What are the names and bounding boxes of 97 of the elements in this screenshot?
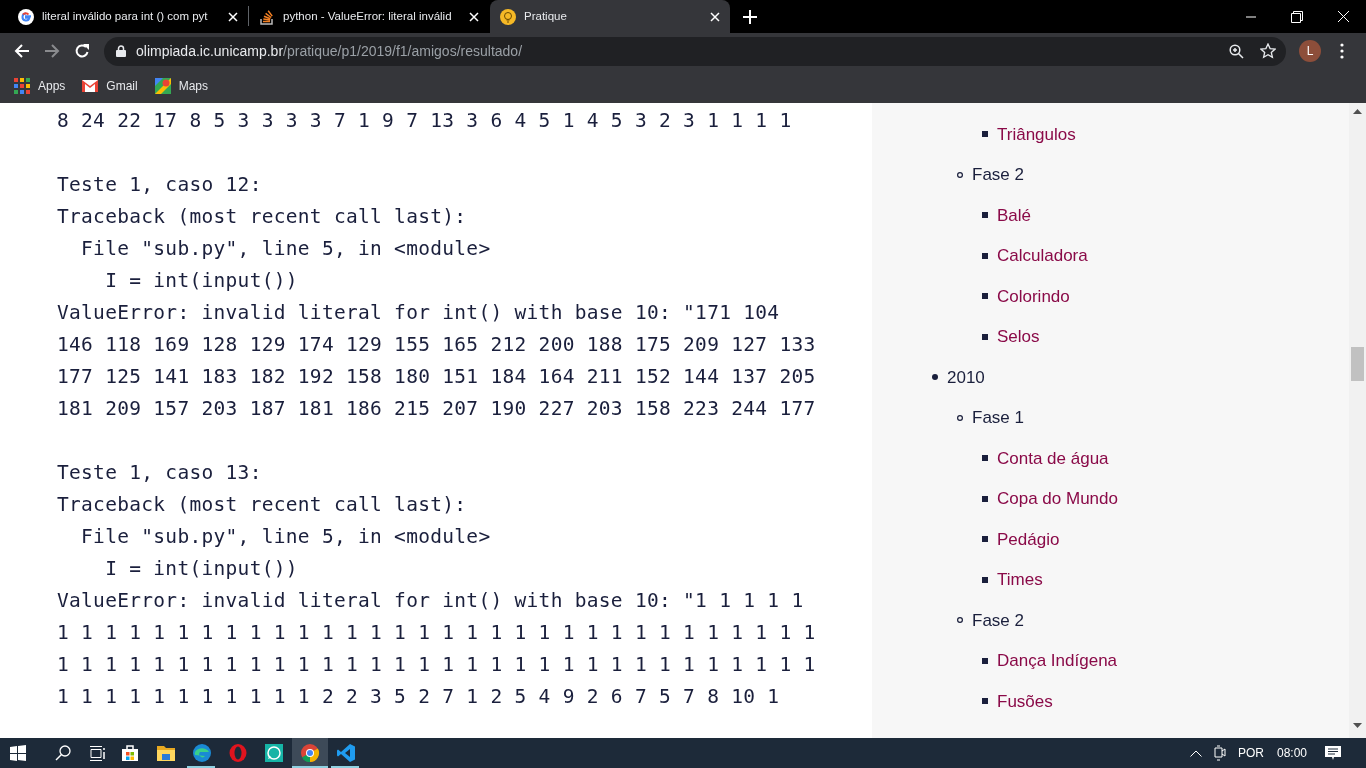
- bullet-square-icon: [982, 657, 988, 664]
- scrollbar[interactable]: [1349, 103, 1366, 738]
- sidebar-link[interactable]: Times: [997, 567, 1043, 593]
- output-line: 1 1 1 1 1 1 1 1 1 1 1 1 1 1 1 1 1 1 1 1 1 1 1 1 1 1 1 1 1 1 1 1: [57, 652, 816, 678]
- mail-icon: [82, 78, 99, 94]
- browser-tab[interactable]: python - ValueError: literal inválid: [249, 0, 489, 33]
- bullet-dot-icon: [932, 374, 938, 381]
- output-line: Teste 1, caso 12:: [57, 172, 262, 198]
- output-line: File "sub.py", line 5, in <module>: [80, 236, 491, 262]
- scroll-up-icon[interactable]: [1353, 109, 1362, 114]
- back-icon[interactable]: [14, 43, 30, 59]
- tab-title: Pratique: [524, 8, 568, 24]
- url-text: olimpiada.ic.unicamp.br/pratique/p1/2019/f1/amigos/resultado/: [136, 41, 522, 61]
- sidebar-link[interactable]: Balé: [997, 202, 1032, 228]
- ring-icon: [228, 743, 248, 763]
- menu-icon[interactable]: [1340, 43, 1344, 59]
- sidebar-link[interactable]: Triângulos: [997, 121, 1076, 147]
- sidebar-item[interactable]: Fase 1: [972, 405, 1024, 431]
- sidebar-item[interactable]: Fase 2: [972, 607, 1024, 633]
- sidebar-link[interactable]: Fusões: [997, 688, 1053, 714]
- scroll-down-icon[interactable]: [1353, 723, 1362, 728]
- bookmark[interactable]: Maps: [154, 77, 209, 95]
- windows-start-icon[interactable]: [10, 745, 26, 761]
- bullet-square-icon: [982, 698, 988, 705]
- zoom-icon[interactable]: [1229, 43, 1244, 59]
- new-tab-icon[interactable]: [743, 10, 757, 24]
- browser-tab[interactable]: literal inválido para int () com pyt: [8, 0, 248, 33]
- output-line: 181 209 157 203 187 181 186 215 207 190 227 203 158 223 244 177: [57, 396, 816, 422]
- output-line: I = int(input()): [104, 268, 298, 294]
- bookmark[interactable]: Gmail: [82, 77, 138, 95]
- bullet-square-icon: [982, 576, 988, 583]
- restore-icon[interactable]: [1291, 10, 1303, 23]
- bullet-square-icon: [982, 536, 988, 543]
- google-icon: [18, 8, 34, 25]
- sidebar-item[interactable]: 2010: [947, 364, 985, 390]
- tab-title: literal inválido para int () com pyt: [42, 8, 209, 24]
- output-line: 8 24 22 17 8 5 3 3 3 3 7 1 9 7 13 3 6 4 5 1 4 5 3 2 3 1 1 1 1: [57, 108, 792, 134]
- chevron-up-icon[interactable]: [1189, 749, 1202, 757]
- output-line: 146 118 169 128 129 174 129 155 165 212 200 188 175 209 127 133: [57, 332, 816, 358]
- sidebar-link[interactable]: Dança Indígena: [997, 648, 1118, 674]
- sidebar-link[interactable]: Copa do Mundo: [997, 486, 1118, 512]
- output-line: Traceback (most recent call last):: [57, 204, 467, 230]
- map-pin-icon: [154, 78, 171, 94]
- bullet-square-icon: [982, 252, 988, 259]
- clock[interactable]: 08:00: [1276, 744, 1307, 762]
- bullet-square-icon: [982, 455, 988, 462]
- language-indicator[interactable]: POR: [1237, 744, 1264, 762]
- swirl-icon: [192, 743, 212, 763]
- sidebar-link[interactable]: Pedágio: [997, 526, 1060, 552]
- output-line: Traceback (most recent call last):: [57, 492, 467, 518]
- tab-title: python - ValueError: literal inválid: [283, 8, 453, 24]
- close-icon[interactable]: [710, 11, 720, 22]
- bullet-circle-icon: [957, 617, 963, 624]
- bullet-circle-icon: [957, 171, 963, 178]
- profile-avatar[interactable]: L: [1299, 40, 1321, 62]
- lock-icon: [116, 45, 126, 57]
- output-line: File "sub.py", line 5, in <module>: [80, 524, 491, 550]
- browser-tab[interactable]: Pratique: [490, 0, 730, 33]
- bookmark[interactable]: Apps: [14, 77, 66, 95]
- bullet-square-icon: [982, 333, 988, 340]
- address-bar[interactable]: olimpiada.ic.unicamp.br/pratique/p1/2019/f1/amigos/resultado/: [104, 36, 1286, 66]
- output-line: Teste 1, caso 13:: [57, 460, 262, 486]
- output-line: 1 1 1 1 1 1 1 1 1 1 1 1 1 1 1 1 1 1 1 1 1 1 1 1 1 1 1 1 1 1 1 1: [57, 620, 816, 646]
- shopping-bag-icon: [120, 743, 140, 763]
- sidebar-link[interactable]: Calculadora: [997, 243, 1088, 269]
- chat-bubble-icon: [264, 743, 284, 763]
- output-line: 1 1 1 1 1 1 1 1 1 1 1 2 2 3 5 2 7 1 2 5 4 9 2 6 7 5 7 8 10 1: [57, 684, 780, 710]
- task-view-icon[interactable]: [90, 745, 106, 761]
- forward-icon[interactable]: [44, 43, 60, 59]
- bullet-square-icon: [982, 293, 988, 300]
- sidebar-link[interactable]: Selos: [997, 324, 1040, 350]
- round-logo-icon: [300, 743, 320, 763]
- stacked-trays-icon: [259, 8, 275, 25]
- sidebar-link[interactable]: Colorindo: [997, 283, 1070, 309]
- sidebar-item[interactable]: Fase 2: [972, 162, 1024, 188]
- ribbon-icon: [336, 743, 356, 763]
- output-line: I = int(input()): [104, 556, 298, 582]
- bullet-square-icon: [982, 495, 988, 502]
- scrollbar-thumb[interactable]: [1351, 347, 1364, 381]
- lightbulb-icon: [500, 8, 516, 25]
- camera-icon[interactable]: [1213, 745, 1226, 761]
- notification-icon[interactable]: [1325, 745, 1341, 761]
- star-icon[interactable]: [1260, 43, 1276, 59]
- close-icon[interactable]: [469, 11, 479, 22]
- search-icon[interactable]: [55, 745, 71, 761]
- close-icon[interactable]: [228, 11, 238, 22]
- output-line: ValueError: invalid literal for int() with base 10: "1 1 1 1 1: [57, 588, 804, 614]
- apps-grid-icon: [14, 78, 30, 94]
- output-line: ValueError: invalid literal for int() with base 10: "171 104: [57, 300, 780, 326]
- close-icon[interactable]: [1337, 11, 1349, 22]
- sidebar-link[interactable]: Conta de água: [997, 445, 1109, 471]
- bullet-square-icon: [982, 212, 988, 219]
- bullet-circle-icon: [957, 414, 963, 421]
- output-line: 177 125 141 183 182 192 158 180 151 184 164 211 152 144 137 205: [57, 364, 816, 390]
- folder-icon: [156, 743, 176, 763]
- reload-icon[interactable]: [74, 43, 90, 59]
- bullet-square-icon: [982, 131, 988, 138]
